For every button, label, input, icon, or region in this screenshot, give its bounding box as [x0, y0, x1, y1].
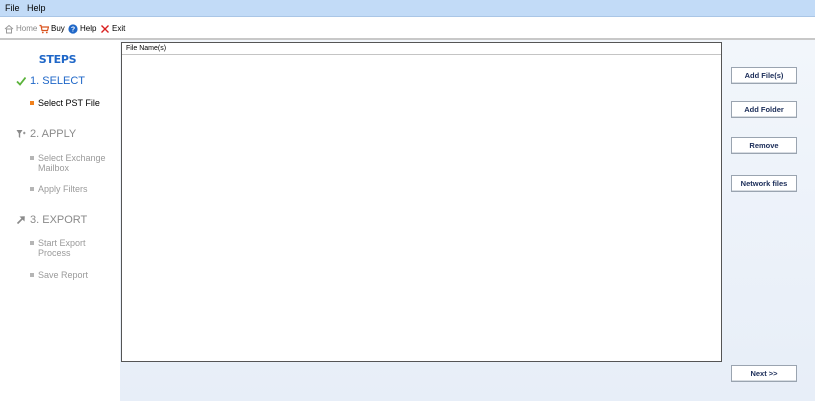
- substep-label: Select Exchange Mailbox: [38, 153, 106, 173]
- substep-select-exchange-mailbox: Select Exchange Mailbox: [30, 153, 110, 173]
- help-icon: ?: [68, 23, 78, 34]
- substep-label: Select PST File: [38, 98, 100, 108]
- active-bullet: [30, 101, 34, 105]
- home-icon: [4, 24, 14, 33]
- file-list-body[interactable]: [122, 55, 721, 361]
- steps-sidebar: STEPS 1. SELECT Select PST File 2. APPLY…: [0, 40, 120, 401]
- network-files-button[interactable]: Network files: [731, 175, 797, 192]
- add-files-button[interactable]: Add File(s): [731, 67, 797, 84]
- help-label: Help: [80, 24, 97, 33]
- substep-label: Apply Filters: [38, 184, 88, 194]
- toolbar: Home Buy ? Help Exit: [0, 17, 815, 39]
- substep-start-export-process: Start Export Process: [30, 238, 110, 258]
- step-select: 1. SELECT: [16, 75, 85, 87]
- step-select-label: 1. SELECT: [30, 75, 86, 87]
- substep-save-report: Save Report: [30, 270, 110, 280]
- bullet: [30, 273, 34, 277]
- exit-label: Exit: [112, 24, 126, 33]
- substep-apply-filters: Apply Filters: [30, 184, 110, 194]
- menu-help[interactable]: Help: [25, 2, 48, 14]
- app-window: File Help Home Buy ? Help Exit STEPS 1. …: [0, 0, 815, 401]
- home-button[interactable]: Home: [4, 23, 37, 34]
- step-apply: 2. APPLY: [16, 128, 76, 140]
- step-export: 3. EXPORT: [16, 214, 87, 226]
- substep-label: Save Report: [38, 270, 89, 280]
- column-header-file-names[interactable]: File Name(s): [122, 43, 721, 55]
- file-list[interactable]: File Name(s): [121, 42, 722, 362]
- step-apply-label: 2. APPLY: [30, 128, 77, 140]
- substep-label: Start Export Process: [38, 238, 86, 258]
- cart-icon: [39, 24, 49, 33]
- remove-button[interactable]: Remove: [731, 137, 797, 154]
- add-folder-button[interactable]: Add Folder: [731, 101, 797, 118]
- help-button[interactable]: ? Help: [68, 23, 96, 34]
- steps-title: STEPS: [38, 53, 77, 66]
- buy-button[interactable]: Buy: [39, 23, 65, 34]
- checkmark-icon: [16, 76, 26, 86]
- bullet: [30, 156, 34, 160]
- next-button[interactable]: Next >>: [731, 365, 797, 382]
- menu-file[interactable]: File: [3, 2, 22, 14]
- substep-select-pst-file: Select PST File: [30, 98, 110, 108]
- filter-icon: [16, 130, 26, 138]
- export-arrow-icon: [16, 216, 25, 225]
- bullet: [30, 241, 34, 245]
- svg-text:?: ?: [71, 26, 75, 33]
- menu-bar: File Help: [0, 0, 815, 17]
- home-label: Home: [16, 24, 38, 33]
- step-export-label: 3. EXPORT: [30, 214, 88, 226]
- buy-label: Buy: [51, 24, 65, 33]
- bullet: [30, 187, 34, 191]
- exit-button[interactable]: Exit: [100, 23, 125, 34]
- close-icon: [101, 24, 109, 33]
